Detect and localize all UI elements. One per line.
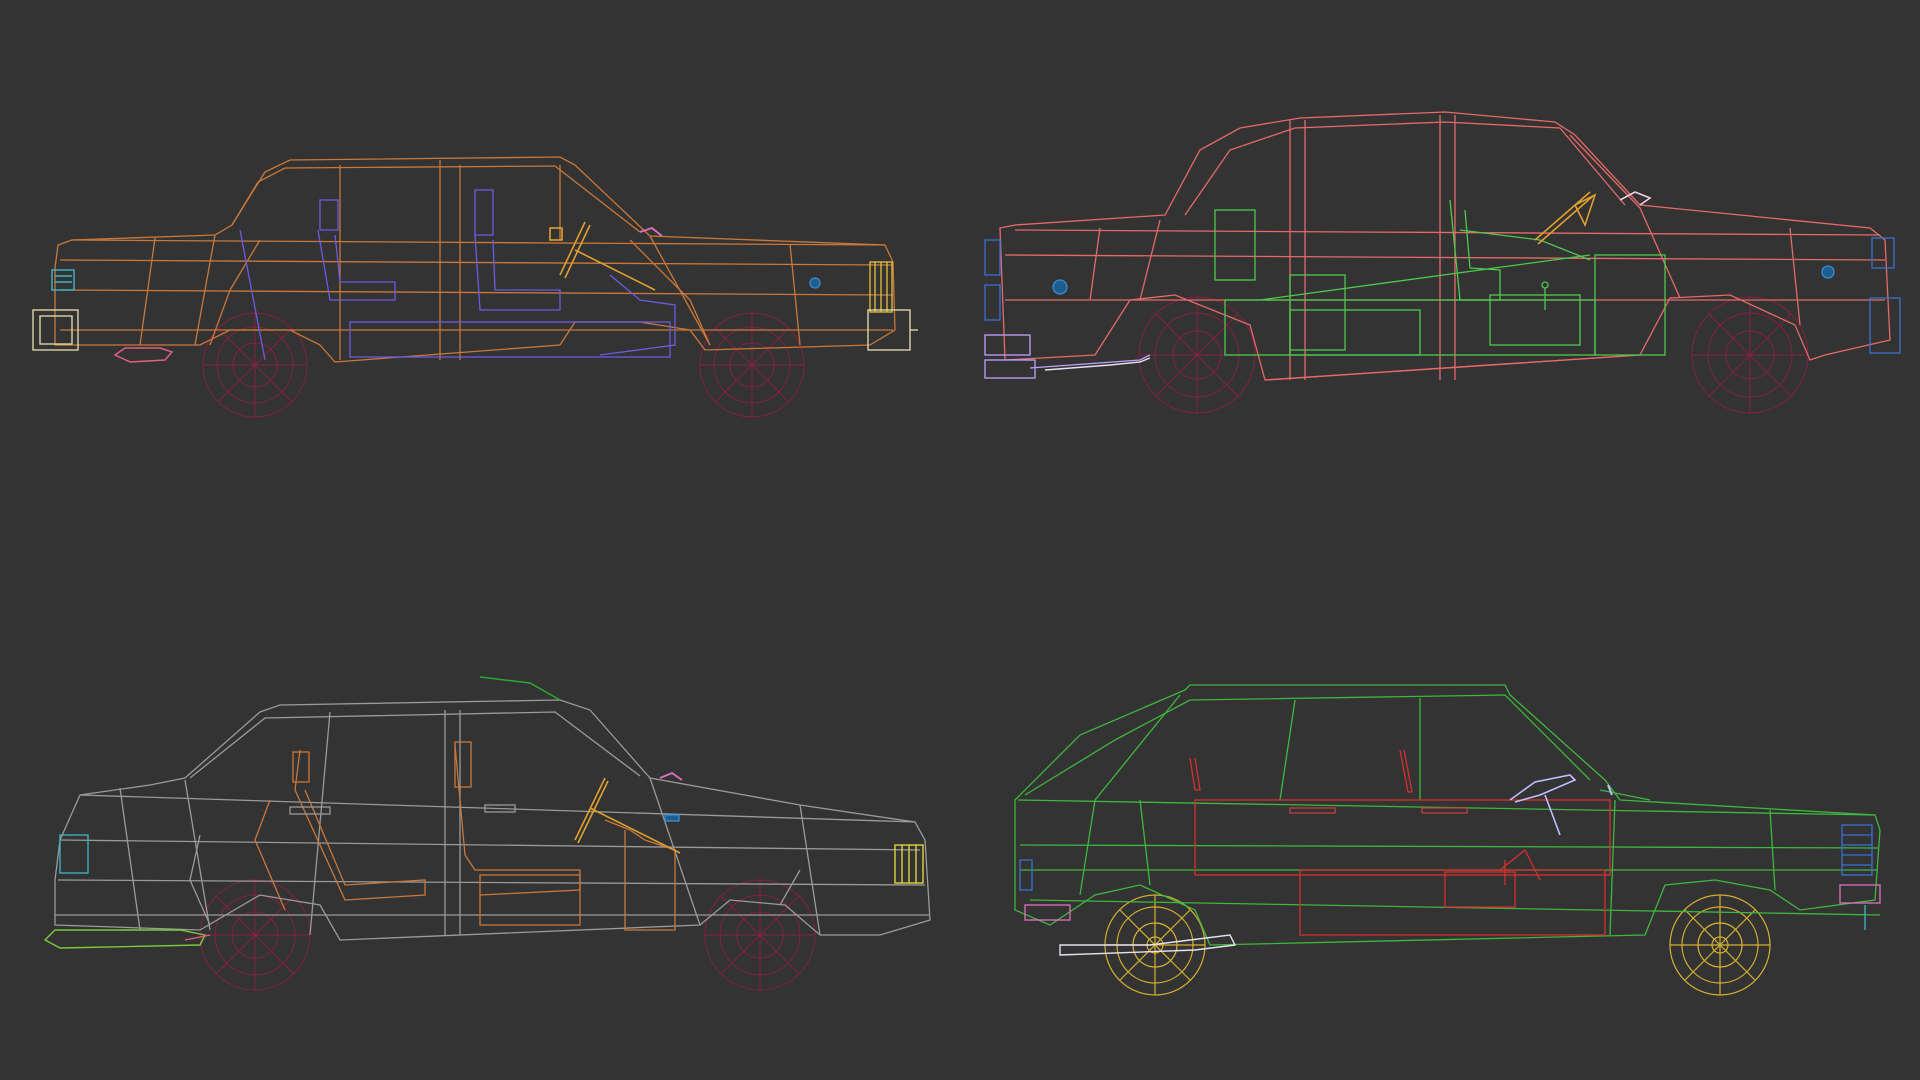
wheel-rear <box>199 879 311 991</box>
car-bottom-left <box>43 676 931 991</box>
fuel-cap <box>809 277 821 289</box>
scene-canvas <box>32 111 1901 996</box>
exhaust-tip <box>184 934 211 941</box>
wheel-rear <box>202 312 308 418</box>
wireframe-viewport[interactable] <box>0 0 1920 1080</box>
tail-light <box>984 239 1001 321</box>
car-interior <box>254 741 676 931</box>
car-interior <box>1189 749 1611 936</box>
wheel-front <box>704 879 816 991</box>
steering-wheel <box>1534 191 1597 245</box>
door-handle <box>664 814 680 822</box>
exhaust <box>43 929 207 949</box>
headlight <box>1841 824 1873 876</box>
mirror <box>659 771 683 781</box>
wheel-front <box>1691 296 1809 414</box>
exhaust <box>113 347 174 363</box>
wheel-front <box>1669 894 1771 996</box>
car-body <box>54 699 931 941</box>
handle-front <box>1421 807 1468 814</box>
handle-rear <box>1289 807 1336 814</box>
steering-wheel <box>1509 774 1577 836</box>
steering-wheel <box>574 777 681 854</box>
handle-rear <box>289 806 331 815</box>
car-interior <box>239 189 676 361</box>
headlight <box>1869 237 1901 354</box>
car-top-left <box>32 156 918 418</box>
wheel-front <box>699 312 805 418</box>
car-bottom-right <box>1014 684 1881 996</box>
tail-light <box>1019 859 1033 891</box>
car-body <box>999 111 1891 381</box>
car-top-right <box>984 111 1901 414</box>
headlight-lamp <box>1052 279 1068 295</box>
headlight <box>894 844 924 884</box>
fuel-cap <box>1821 265 1835 279</box>
antenna <box>479 676 561 701</box>
headlight <box>869 261 893 313</box>
car-body <box>1014 684 1881 946</box>
